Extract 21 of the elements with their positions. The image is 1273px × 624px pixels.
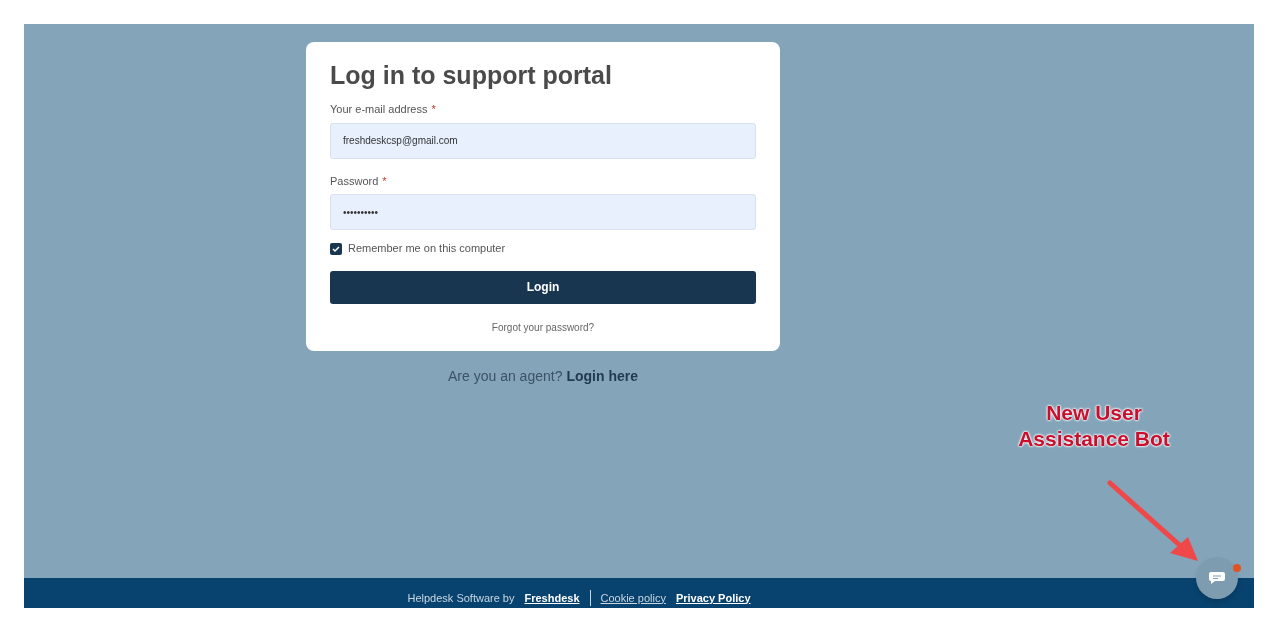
agent-prompt: Are you an agent? xyxy=(448,366,563,386)
chat-icon xyxy=(1208,571,1226,585)
required-mark: * xyxy=(382,173,387,189)
field-label: Password xyxy=(330,173,379,189)
password-field[interactable]: •••••••••• xyxy=(330,194,756,231)
remember-checkbox[interactable] xyxy=(330,242,342,255)
footer-text: Helpdesk Software by xyxy=(407,590,515,606)
footer-link[interactable]: Privacy Policy xyxy=(675,589,751,606)
required-mark: * xyxy=(431,102,436,118)
chat-button[interactable] xyxy=(1196,557,1238,599)
footer-link[interactable]: Freshdesk xyxy=(524,589,580,606)
check-icon xyxy=(332,244,340,253)
forgot-password-link[interactable]: Forgot your password? xyxy=(491,319,595,335)
agent-login-link[interactable]: Login here xyxy=(566,365,638,387)
field-label: Your e-mail address xyxy=(330,102,428,118)
remember-label: Remember me on this computer xyxy=(348,241,506,257)
footer-link[interactable]: Cookie policy xyxy=(600,589,666,606)
card-title: Log in to support portal xyxy=(330,60,613,91)
annotation-text: New User Assistance Bot xyxy=(1017,400,1171,452)
email-field[interactable]: freshdeskcsp@gmail.com xyxy=(330,122,756,159)
login-button[interactable]: Login xyxy=(330,270,756,304)
